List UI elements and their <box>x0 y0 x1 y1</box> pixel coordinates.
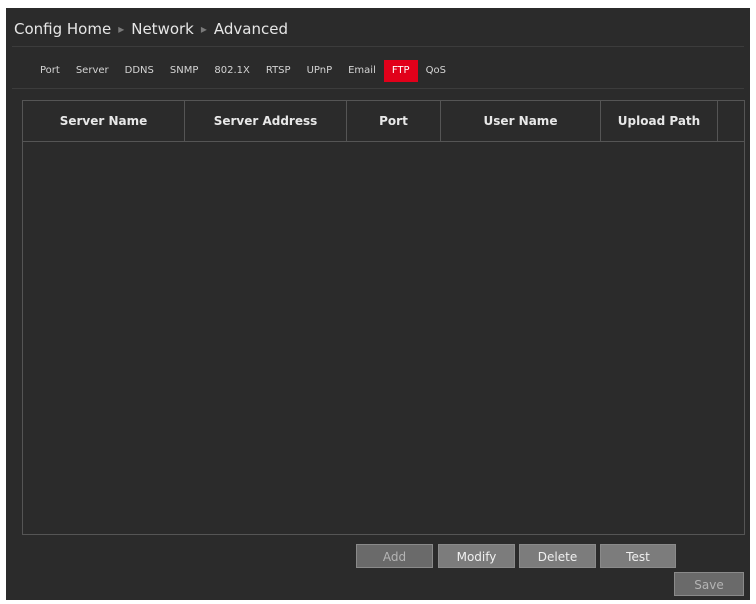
ftp-server-table: Server Name Server Address Port User Nam… <box>22 100 745 535</box>
config-panel: Config Home ▸ Network ▸ Advanced Port Se… <box>6 8 750 600</box>
column-extra <box>718 101 744 141</box>
breadcrumb-advanced: Advanced <box>213 20 288 38</box>
breadcrumb-separator-icon: ▸ <box>200 22 207 36</box>
tab-port[interactable]: Port <box>32 60 68 82</box>
tab-server[interactable]: Server <box>68 60 117 82</box>
tab-ddns[interactable]: DDNS <box>117 60 162 82</box>
save-button[interactable]: Save <box>674 572 744 596</box>
breadcrumb-separator-icon: ▸ <box>118 22 125 36</box>
tab-8021x[interactable]: 802.1X <box>206 60 257 82</box>
delete-button[interactable]: Delete <box>519 544 596 568</box>
column-server-name[interactable]: Server Name <box>23 101 185 141</box>
modify-button[interactable]: Modify <box>438 544 515 568</box>
tab-email[interactable]: Email <box>340 60 384 82</box>
tab-rtsp[interactable]: RTSP <box>258 60 299 82</box>
test-button[interactable]: Test <box>600 544 676 568</box>
tab-ftp[interactable]: FTP <box>383 60 418 82</box>
breadcrumb-network[interactable]: Network <box>131 20 194 38</box>
tab-qos[interactable]: QoS <box>418 60 454 82</box>
column-port[interactable]: Port <box>347 101 441 141</box>
header-divider <box>12 46 744 47</box>
tab-bar: Port Server DDNS SNMP 802.1X RTSP UPnP E… <box>32 60 454 82</box>
column-user-name[interactable]: User Name <box>441 101 601 141</box>
breadcrumb: Config Home ▸ Network ▸ Advanced <box>14 18 288 40</box>
table-header: Server Name Server Address Port User Nam… <box>23 101 744 142</box>
add-button[interactable]: Add <box>356 544 433 568</box>
tab-snmp[interactable]: SNMP <box>162 60 207 82</box>
tab-upnp[interactable]: UPnP <box>299 60 341 82</box>
tabs-divider <box>12 88 744 89</box>
table-body[interactable] <box>23 142 744 534</box>
column-upload-path[interactable]: Upload Path <box>601 101 718 141</box>
column-server-address[interactable]: Server Address <box>185 101 347 141</box>
breadcrumb-config-home[interactable]: Config Home <box>14 20 111 38</box>
